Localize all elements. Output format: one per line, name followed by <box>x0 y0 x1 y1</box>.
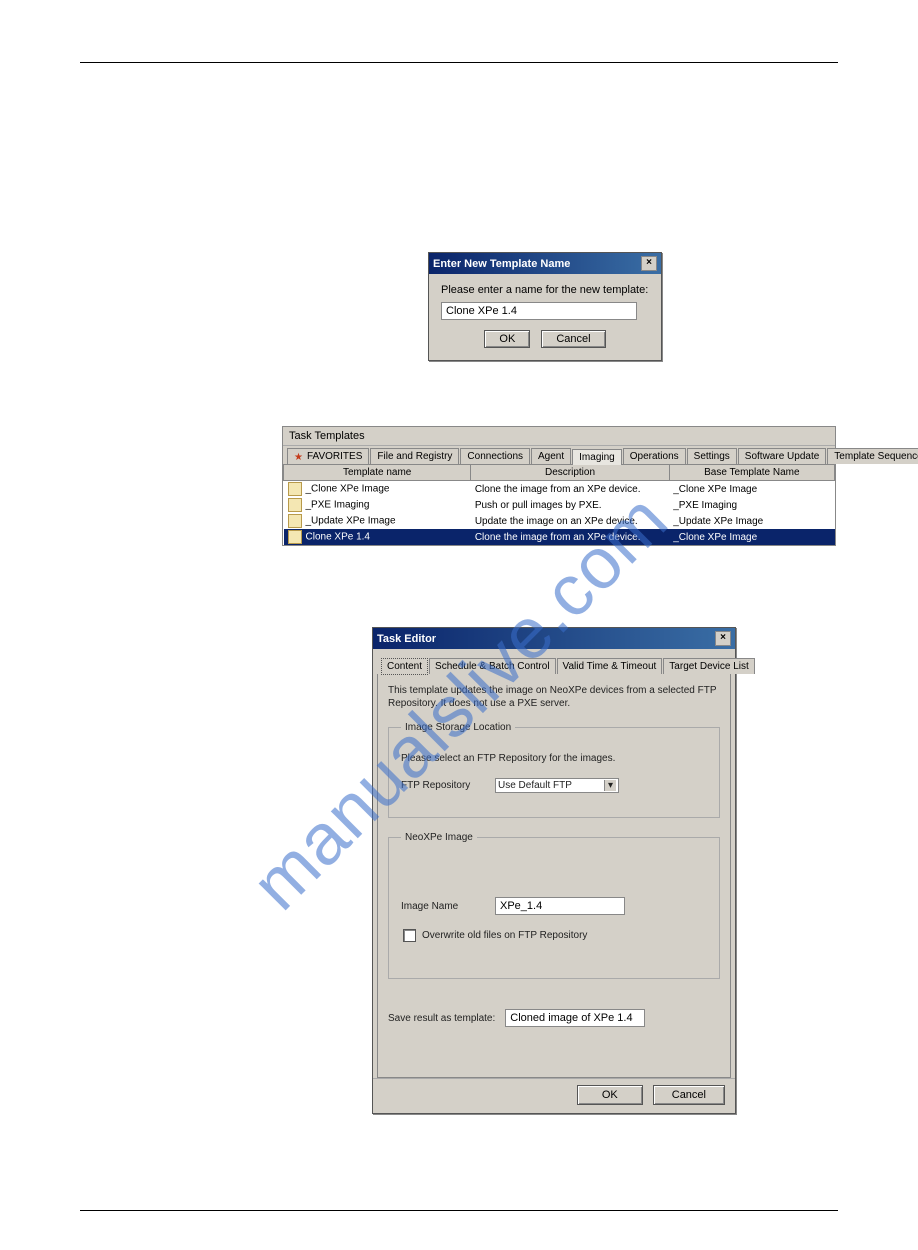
dialog-title: Enter New Template Name <box>433 258 570 270</box>
tab-file-registry[interactable]: File and Registry <box>370 448 459 464</box>
task-editor-tabs: Content Schedule & Batch Control Valid T… <box>377 653 731 674</box>
col-template-name[interactable]: Template name <box>284 465 471 481</box>
table-row[interactable]: _Update XPe ImageUpdate the image on an … <box>284 513 835 529</box>
ftp-hint: Please select an FTP Repository for the … <box>401 753 707 764</box>
tab-schedule[interactable]: Schedule & Batch Control <box>429 658 556 674</box>
image-name-input[interactable] <box>495 897 625 915</box>
task-templates-tabs: ★ FAVORITES File and Registry Connection… <box>283 446 835 464</box>
group-image-storage: Image Storage Location Please select an … <box>388 722 720 818</box>
enter-template-name-dialog: Enter New Template Name × Please enter a… <box>428 252 662 361</box>
task-templates-table: Template name Description Base Template … <box>283 464 835 545</box>
task-editor-info: This template updates the image on NeoXP… <box>388 684 720 710</box>
overwrite-label: Overwrite old files on FTP Repository <box>422 930 587 941</box>
table-row[interactable]: Clone XPe 1.4Clone the image from an XPe… <box>284 529 835 545</box>
overwrite-checkbox-row[interactable]: Overwrite old files on FTP Repository <box>403 929 707 942</box>
panel-title: Task Templates <box>283 427 835 446</box>
close-icon[interactable]: × <box>641 256 657 271</box>
tab-content[interactable]: Content <box>381 658 428 675</box>
template-icon <box>288 482 302 496</box>
tab-target-device[interactable]: Target Device List <box>663 658 754 674</box>
group-legend: NeoXPe Image <box>401 832 477 843</box>
dialog-title: Task Editor <box>377 633 436 645</box>
page-rule-bottom <box>80 1210 838 1211</box>
col-description[interactable]: Description <box>471 465 669 481</box>
tab-software-update[interactable]: Software Update <box>738 448 827 464</box>
tab-connections[interactable]: Connections <box>460 448 530 464</box>
tab-operations[interactable]: Operations <box>623 448 686 464</box>
image-name-label: Image Name <box>401 901 485 912</box>
ftp-repo-select[interactable]: Use Default FTP ▾ <box>495 778 619 793</box>
save-result-input[interactable] <box>505 1009 645 1027</box>
tab-template-sequence[interactable]: Template Sequence <box>827 448 918 464</box>
tab-agent[interactable]: Agent <box>531 448 571 464</box>
ok-button[interactable]: OK <box>577 1085 643 1105</box>
tab-valid-time[interactable]: Valid Time & Timeout <box>557 658 663 674</box>
tab-settings[interactable]: Settings <box>687 448 737 464</box>
checkbox-icon[interactable] <box>403 929 416 942</box>
template-name-input[interactable] <box>441 302 637 320</box>
template-icon <box>288 530 302 544</box>
group-neoxpe-image: NeoXPe Image Image Name Overwrite old fi… <box>388 832 720 979</box>
cancel-button[interactable]: Cancel <box>653 1085 725 1105</box>
task-editor-dialog: Task Editor × Content Schedule & Batch C… <box>372 627 736 1114</box>
ftp-repo-label: FTP Repository <box>401 780 485 791</box>
dialog-prompt: Please enter a name for the new template… <box>441 284 649 296</box>
tab-imaging[interactable]: Imaging <box>572 449 622 465</box>
task-templates-panel: Task Templates ★ FAVORITES File and Regi… <box>282 426 836 546</box>
table-row[interactable]: _PXE ImagingPush or pull images by PXE._… <box>284 497 835 513</box>
dialog-titlebar[interactable]: Enter New Template Name × <box>429 253 661 274</box>
close-icon[interactable]: × <box>715 631 731 646</box>
save-result-label: Save result as template: <box>388 1013 495 1024</box>
cancel-button[interactable]: Cancel <box>541 330 605 348</box>
tab-favorites[interactable]: ★ FAVORITES <box>287 448 369 464</box>
template-icon <box>288 514 302 528</box>
table-row[interactable]: _Clone XPe ImageClone the image from an … <box>284 481 835 498</box>
star-icon: ★ <box>294 452 304 462</box>
dialog-titlebar[interactable]: Task Editor × <box>373 628 735 649</box>
group-legend: Image Storage Location <box>401 722 515 733</box>
chevron-down-icon: ▾ <box>604 780 616 791</box>
template-icon <box>288 498 302 512</box>
col-base-template[interactable]: Base Template Name <box>669 465 834 481</box>
ok-button[interactable]: OK <box>484 330 530 348</box>
page-rule-top <box>80 62 838 63</box>
